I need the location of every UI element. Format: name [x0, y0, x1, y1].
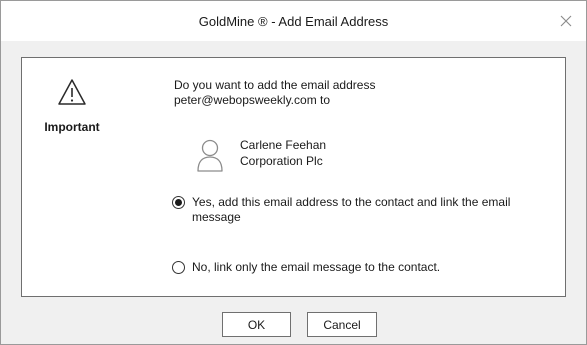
question-line-2: peter@webopsweekly.com to	[174, 93, 331, 107]
person-icon	[197, 139, 223, 172]
option-no-radio[interactable]: No, link only the email message to the c…	[172, 260, 557, 275]
contact-card: Carlene Feehan Corporation Plc	[196, 136, 446, 176]
option-yes-radio[interactable]: Yes, add this email address to the conta…	[172, 195, 557, 225]
important-label: Important	[44, 120, 100, 134]
title-bar: GoldMine ® - Add Email Address	[1, 1, 586, 41]
close-button[interactable]	[556, 11, 576, 31]
close-icon	[560, 15, 572, 27]
window-title: GoldMine ® - Add Email Address	[198, 13, 389, 29]
question-text: Do you want to add the email address pet…	[174, 78, 375, 108]
content-panel: Important Do you want to add the email a…	[21, 57, 566, 297]
dialog-window: GoldMine ® - Add Email Address Important…	[0, 0, 587, 345]
radio-unselected-icon[interactable]	[172, 261, 185, 274]
contact-company: Corporation Plc	[240, 154, 323, 168]
contact-name: Carlene Feehan	[240, 138, 327, 152]
radio-selected-icon[interactable]	[172, 196, 185, 209]
question-line-1: Do you want to add the email address	[174, 78, 376, 92]
option-yes-label[interactable]: Yes, add this email address to the conta…	[172, 195, 557, 225]
option-no-label[interactable]: No, link only the email message to the c…	[172, 260, 557, 275]
cancel-button[interactable]: Cancel	[307, 312, 377, 337]
warning-icon	[58, 79, 86, 105]
ok-button[interactable]: OK	[222, 312, 291, 337]
